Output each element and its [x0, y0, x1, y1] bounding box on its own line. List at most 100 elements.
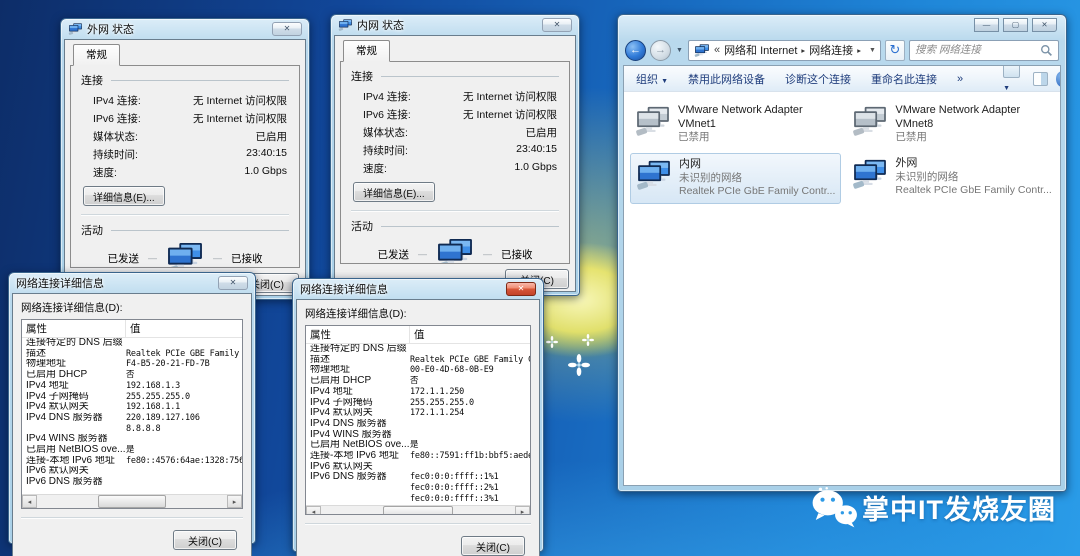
forward-button[interactable]: → [650, 40, 671, 61]
scroll-right-icon[interactable]: ▸ [227, 495, 242, 508]
detail-row[interactable]: IPv4 子网掩码255.255.255.0 [306, 398, 530, 409]
list-header: 属性 值 [22, 320, 242, 338]
adapter-vmnet1[interactable]: VMware Network Adapter VMnet1 已禁用 [630, 100, 841, 150]
column-property[interactable]: 属性 [22, 320, 126, 337]
scrollbar-thumb[interactable] [383, 506, 453, 515]
detail-row[interactable]: 已启用 DHCP否 [22, 370, 242, 381]
dialog-title: 网络连接详细信息 [300, 281, 388, 297]
refresh-button[interactable]: ↻ [885, 40, 905, 61]
search-icon [1040, 44, 1053, 57]
detail-row[interactable]: 连接-本地 IPv6 地址fe80::4576:64ae:1328:7562%1… [22, 456, 242, 467]
chevron-right-icon[interactable]: ▸ [801, 46, 805, 55]
detail-row[interactable]: 描述Realtek PCIe GBE Family Controlle [22, 349, 242, 360]
activity-group-label: 活动 [351, 218, 373, 234]
detail-row[interactable]: 连接特定的 DNS 后缀 [306, 344, 530, 355]
detail-row[interactable]: 已启用 NetBIOS ove...是 [306, 440, 530, 451]
search-box[interactable] [909, 40, 1059, 61]
status-row: IPv6 连接:无 Internet 访问权限 [351, 105, 559, 123]
details-button[interactable]: 详细信息(E)... [353, 182, 435, 202]
diagnose-connection-button[interactable]: 诊断这个连接 [785, 71, 851, 87]
detail-row[interactable]: IPv4 WINS 服务器 [22, 434, 242, 445]
detail-row[interactable]: IPv4 WINS 服务器 [306, 430, 530, 441]
close-button[interactable]: ✕ [506, 282, 536, 296]
detail-row[interactable]: IPv4 默认网关172.1.1.254 [306, 408, 530, 419]
close-button[interactable]: ✕ [542, 18, 572, 32]
recent-pages-dropdown-icon[interactable]: ▼ [675, 47, 684, 54]
wechat-icon [810, 486, 858, 528]
back-button[interactable]: ← [625, 40, 646, 61]
scrollbar-track[interactable] [321, 506, 515, 515]
preview-pane-button[interactable] [1033, 72, 1047, 86]
detail-row[interactable]: 8.8.8.8 [22, 424, 242, 435]
scroll-right-icon[interactable]: ▸ [515, 506, 530, 515]
column-value[interactable]: 值 [410, 326, 429, 343]
adapter-wan[interactable]: 外网 未识别的网络 Realtek PCIe GbE Family Contr.… [847, 153, 1056, 204]
help-button[interactable]: ? [1056, 71, 1061, 87]
detail-row[interactable]: 已启用 NetBIOS ove...是 [22, 445, 242, 456]
close-button[interactable]: ✕ [218, 276, 248, 290]
status-row: IPv4 连接:无 Internet 访问权限 [81, 91, 289, 109]
column-property[interactable]: 属性 [306, 326, 410, 343]
detail-row[interactable]: fec0:0:0:ffff::2%1 [306, 483, 530, 494]
received-label: 已接收 [231, 251, 263, 266]
detail-row[interactable]: fec0:0:0:ffff::3%1 [306, 494, 530, 505]
detail-row[interactable]: IPv4 地址172.1.1.250 [306, 387, 530, 398]
adapter-vmnet8[interactable]: VMware Network Adapter VMnet8 已禁用 [847, 100, 1056, 150]
detail-row[interactable]: 连接特定的 DNS 后缀 [22, 338, 242, 349]
explorer-titlebar[interactable]: — ▢ ✕ [623, 15, 1061, 35]
scroll-left-icon[interactable]: ◂ [22, 495, 37, 508]
detail-row[interactable]: IPv6 DNS 服务器 [22, 477, 242, 488]
dialog-titlebar[interactable]: 内网 状态 ✕ [334, 15, 576, 35]
detail-row[interactable]: 物理地址00-E0-4D-68-0B-E9 [306, 365, 530, 376]
rename-connection-button[interactable]: 重命名此连接 [871, 71, 937, 87]
toolbar-overflow-button[interactable]: » [957, 73, 963, 85]
views-button[interactable]: ▼ [1003, 65, 1025, 93]
search-input[interactable] [915, 44, 1040, 56]
detail-row[interactable]: IPv6 默认网关 [22, 466, 242, 477]
detail-row[interactable]: IPv6 默认网关 [306, 462, 530, 473]
explorer-content: 组织 ▼ 禁用此网络设备 诊断这个连接 重命名此连接 » ▼ ? VMware … [623, 65, 1061, 486]
address-bar[interactable]: « 网络和 Internet ▸ 网络连接 ▸ ▼ [688, 40, 881, 61]
detail-row[interactable]: 物理地址F4-B5-20-21-FD-7B [22, 359, 242, 370]
disable-device-button[interactable]: 禁用此网络设备 [688, 71, 765, 87]
close-dialog-button[interactable]: 关闭(C) [461, 536, 525, 556]
detail-row[interactable]: IPv6 DNS 服务器fec0:0:0:ffff::1%1 [306, 472, 530, 483]
dialog-titlebar[interactable]: 网络连接详细信息 ✕ [296, 279, 540, 299]
maximize-button[interactable]: ▢ [1003, 18, 1028, 32]
detail-row[interactable]: IPv4 默认网关192.168.1.1 [22, 402, 242, 413]
column-value[interactable]: 值 [126, 320, 145, 337]
breadcrumb-network-and-internet[interactable]: 网络和 Internet [724, 42, 797, 58]
wallpaper-flower-large [568, 354, 590, 376]
scrollbar-thumb[interactable] [98, 495, 166, 508]
detail-row[interactable]: IPv4 DNS 服务器220.189.127.106 [22, 413, 242, 424]
organize-menu[interactable]: 组织 ▼ [636, 71, 668, 87]
breadcrumb-network-connections[interactable]: 网络连接 [809, 42, 853, 58]
detail-row[interactable]: 描述Realtek PCIe GBE Family Controlle [306, 355, 530, 366]
details-button[interactable]: 详细信息(E)... [83, 186, 165, 206]
close-button[interactable]: ✕ [1032, 18, 1057, 32]
command-toolbar: 组织 ▼ 禁用此网络设备 诊断这个连接 重命名此连接 » ▼ ? [624, 66, 1060, 92]
detail-row[interactable]: 已启用 DHCP否 [306, 376, 530, 387]
adapter-lan[interactable]: 内网 未识别的网络 Realtek PCIe GbE Family Contr.… [630, 153, 841, 204]
horizontal-scrollbar[interactable]: ◂ ▸ [22, 494, 242, 508]
breadcrumb-collapse-chevrons[interactable]: « [714, 44, 720, 56]
tab-general[interactable]: 常规 [343, 40, 390, 62]
tab-general[interactable]: 常规 [73, 44, 120, 66]
dialog-titlebar[interactable]: 网络连接详细信息 ✕ [12, 273, 252, 293]
scroll-left-icon[interactable]: ◂ [306, 506, 321, 515]
address-dropdown-icon[interactable]: ▼ [869, 47, 876, 54]
minimize-button[interactable]: — [974, 18, 999, 32]
detail-row[interactable]: IPv4 地址192.168.1.3 [22, 381, 242, 392]
close-button[interactable]: ✕ [272, 22, 302, 36]
detail-row[interactable]: IPv4 子网掩码255.255.255.0 [22, 392, 242, 403]
dialog-titlebar[interactable]: 外网 状态 ✕ [64, 19, 306, 39]
horizontal-scrollbar[interactable]: ◂ ▸ [306, 505, 530, 515]
details-list[interactable]: 属性 值 连接特定的 DNS 后缀 描述Realtek PCIe GBE Fam… [21, 319, 243, 509]
detail-row[interactable]: IPv4 DNS 服务器 [306, 419, 530, 430]
scrollbar-track[interactable] [37, 495, 227, 508]
details-list[interactable]: 属性 值 连接特定的 DNS 后缀 描述Realtek PCIe GBE Fam… [305, 325, 531, 515]
close-dialog-button[interactable]: 关闭(C) [173, 530, 237, 550]
group-divider [381, 226, 559, 227]
chevron-right-icon[interactable]: ▸ [857, 46, 861, 55]
detail-row[interactable]: 连接-本地 IPv6 地址fe80::7591:ff1b:bbf5:aede%1… [306, 451, 530, 462]
